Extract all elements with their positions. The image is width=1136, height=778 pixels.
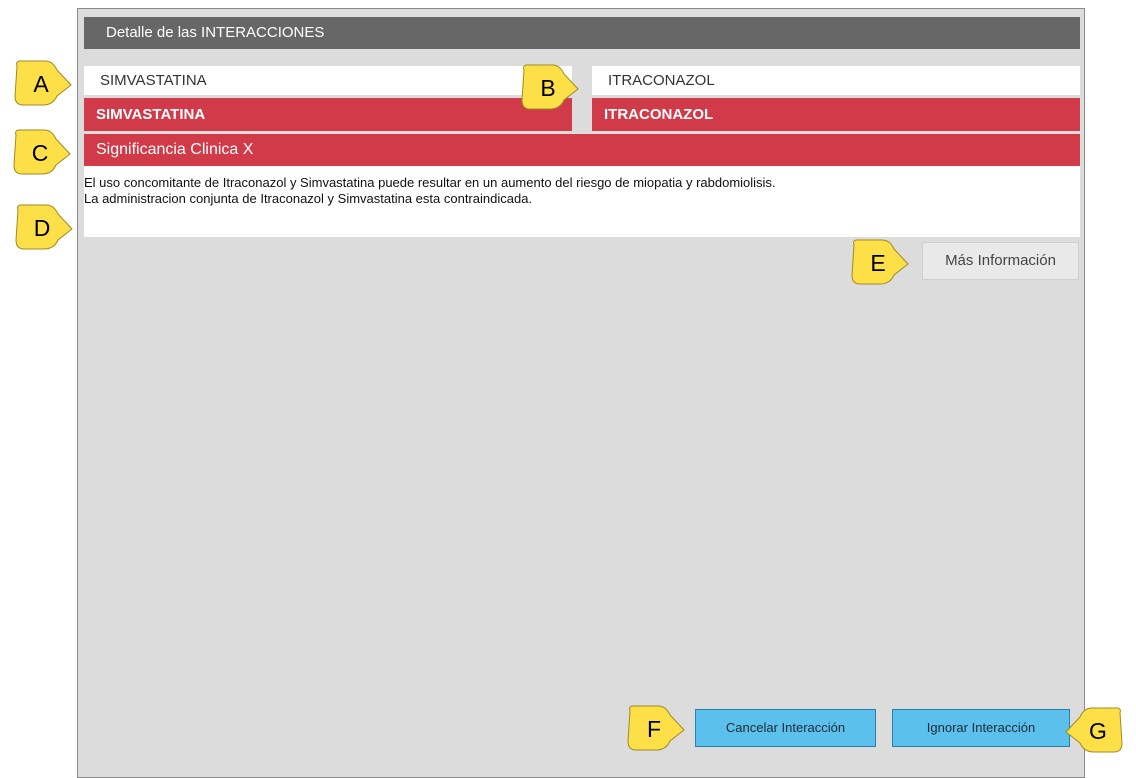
callout-g-label: G bbox=[1089, 718, 1107, 744]
callout-f: F bbox=[627, 705, 685, 751]
callout-b-label: B bbox=[540, 75, 555, 101]
drug-b-tag: ITRACONAZOL bbox=[592, 98, 1080, 131]
callout-e-label: E bbox=[870, 250, 885, 276]
drug-a-name: SIMVASTATINA bbox=[84, 66, 572, 95]
callout-g: G bbox=[1065, 707, 1123, 753]
drug-a-tag: SIMVASTATINA bbox=[84, 98, 572, 131]
callout-a-label: A bbox=[33, 71, 49, 97]
description-line: La administracion conjunta de Itraconazo… bbox=[84, 191, 533, 206]
drug-b-name: ITRACONAZOL bbox=[592, 66, 1080, 95]
callout-d-label: D bbox=[34, 215, 51, 241]
callout-b: B bbox=[521, 64, 579, 110]
dialog-title: Detalle de las INTERACCIONES bbox=[84, 17, 1080, 49]
callout-e: E bbox=[851, 239, 909, 285]
callout-f-label: F bbox=[647, 716, 661, 742]
callout-d: D bbox=[15, 204, 73, 250]
description-line: El uso concomitante de Itraconazol y Sim… bbox=[84, 175, 776, 190]
callout-c: C bbox=[13, 129, 71, 175]
ignore-interaction-button[interactable]: Ignorar Interacción bbox=[892, 709, 1070, 747]
callout-c-label: C bbox=[32, 140, 49, 166]
callout-a: A bbox=[14, 60, 72, 106]
clinical-significance-banner: Significancia Clinica X bbox=[84, 134, 1080, 166]
cancel-interaction-button[interactable]: Cancelar Interacción bbox=[695, 709, 876, 747]
interaction-description: El uso concomitante de Itraconazol y Sim… bbox=[84, 166, 1080, 237]
more-info-button[interactable]: Más Información bbox=[922, 242, 1079, 280]
